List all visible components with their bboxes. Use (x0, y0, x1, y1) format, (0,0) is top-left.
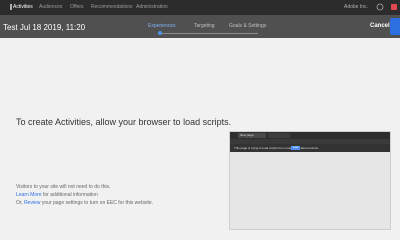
activity-title[interactable]: Test Jul 18 2019, 11:20 (3, 23, 85, 32)
info-line-2: Learn More for additional information (16, 192, 98, 198)
browser-page-body (230, 152, 390, 229)
script-warning-bar: This page is trying to load scripts from… (230, 144, 390, 152)
enable-scripts-heading: To create Activities, allow your browser… (16, 117, 232, 127)
step-goals-settings[interactable]: Goals & Settings (229, 23, 266, 29)
browser-tab-strip: New page (230, 132, 390, 139)
info-line-3-start: Or, (16, 200, 23, 206)
load-scripts-button: Load (291, 146, 300, 150)
nav-item-administration[interactable]: Administration (136, 4, 168, 10)
workflow-steps: Experiences Targeting Goals & Settings (148, 23, 268, 37)
info-line-3-rest: your page settings to turn on EEC for th… (41, 200, 154, 206)
next-button[interactable] (390, 18, 400, 35)
browser-tab-2 (268, 133, 290, 138)
learn-more-link[interactable]: Learn More (16, 192, 42, 198)
current-step-indicator (158, 31, 162, 35)
step-connector (158, 33, 258, 34)
browser-preview-image: New page This page is trying to load scr… (229, 131, 391, 230)
apps-grid-icon[interactable] (376, 3, 384, 11)
top-nav: Activities Audiences Offers Recommendati… (0, 0, 400, 15)
nav-item-recommendations[interactable]: Recommendations (91, 4, 133, 10)
learn-more-rest: for additional information (42, 192, 98, 198)
adobe-badge-icon[interactable] (390, 3, 398, 11)
nav-item-audiences[interactable]: Audiences (39, 4, 62, 10)
cancel-button[interactable]: Cancel (370, 23, 390, 29)
info-line-3: Or, Review your page settings to turn on… (16, 200, 153, 206)
nav-item-offers[interactable]: Offers (70, 4, 84, 10)
step-targeting[interactable]: Targeting (194, 23, 215, 29)
browser-tab: New page (238, 133, 266, 138)
review-link[interactable]: Review (24, 200, 40, 206)
org-name[interactable]: Adobe Inc. (344, 4, 368, 10)
info-line-1: Visitors to your site will not need to d… (16, 184, 111, 190)
script-warning-text: This page is trying to load scripts from… (234, 146, 319, 150)
step-experiences[interactable]: Experiences (148, 23, 176, 29)
browser-tab-label: New page (240, 133, 254, 137)
activity-header: Test Jul 18 2019, 11:20 Experiences Targ… (0, 15, 400, 38)
nav-item-activities[interactable]: Activities (13, 4, 33, 10)
